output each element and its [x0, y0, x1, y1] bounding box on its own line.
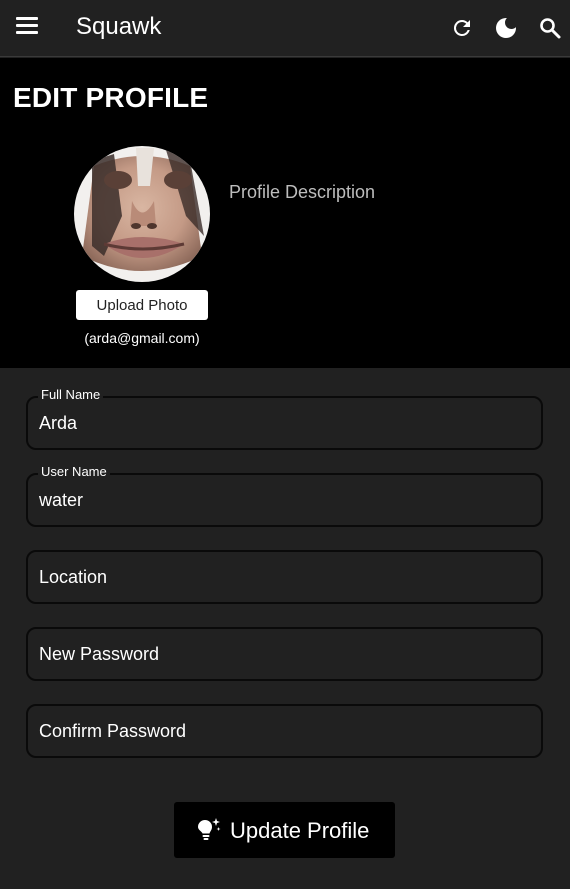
avatar[interactable] [74, 146, 210, 282]
lightbulb-icon [194, 816, 222, 844]
full-name-label: Full Name [38, 387, 104, 402]
location-placeholder: Location [39, 567, 108, 587]
moon-icon[interactable] [494, 16, 518, 40]
location-field[interactable]: Location [26, 550, 543, 604]
upload-photo-button[interactable]: Upload Photo [76, 290, 208, 320]
confirm-password-placeholder: Confirm Password [39, 721, 187, 741]
menu-icon[interactable] [16, 17, 40, 39]
user-name-value[interactable]: water [39, 490, 83, 511]
confirm-password-field[interactable]: Confirm Password [26, 704, 543, 758]
profile-description-field[interactable]: Profile Description [229, 182, 375, 203]
user-email: (arda@gmail.com) [84, 330, 200, 346]
new-password-field[interactable]: New Password [26, 627, 543, 681]
full-name-field[interactable]: Full Name Arda [26, 387, 543, 450]
user-name-label: User Name [38, 464, 110, 479]
refresh-icon[interactable] [450, 16, 474, 40]
app-title: Squawk [76, 13, 162, 40]
update-profile-button[interactable]: Update Profile [174, 802, 395, 858]
update-profile-label: Update Profile [230, 818, 370, 843]
profile-header: EDIT PROFILE Upload Photo (arda@gmail.co… [0, 58, 570, 368]
user-name-field[interactable]: User Name water [26, 464, 543, 527]
full-name-value[interactable]: Arda [39, 413, 77, 434]
app-bar: Squawk [0, 0, 570, 57]
new-password-placeholder: New Password [39, 644, 160, 664]
page-title: EDIT PROFILE [13, 82, 209, 113]
search-icon[interactable] [538, 16, 562, 40]
